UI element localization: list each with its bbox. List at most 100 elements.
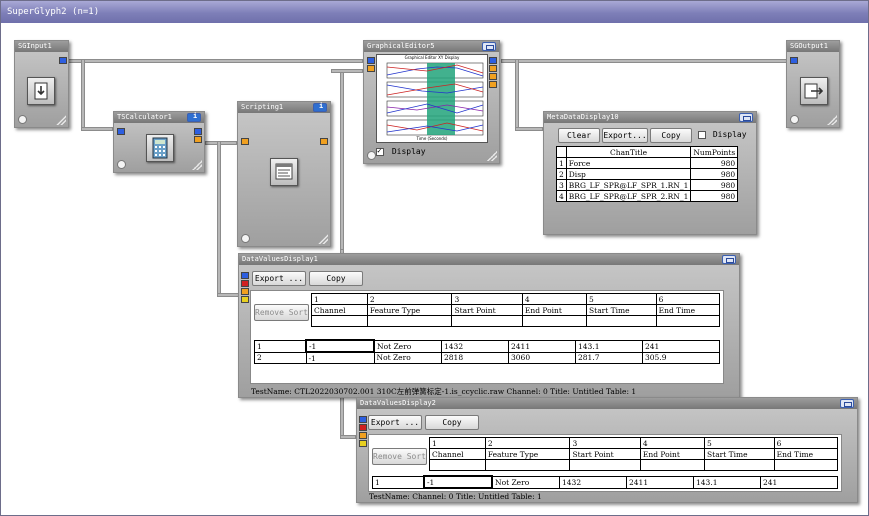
- clear-button[interactable]: Clear: [558, 128, 600, 143]
- chan-title-cell[interactable]: BRG_LF_SPR@LF_SPR_2.RN_1: [565, 190, 692, 202]
- output-pin[interactable]: [489, 57, 497, 64]
- end-point-cell[interactable]: 2411: [508, 339, 576, 353]
- start-time-cell[interactable]: 281.7: [575, 351, 643, 364]
- filter-row[interactable]: [429, 459, 839, 471]
- row-number[interactable]: 2: [254, 351, 307, 364]
- output-pin[interactable]: [59, 57, 67, 64]
- column-header[interactable]: Channel: [429, 448, 486, 460]
- display-checkbox[interactable]: [698, 130, 706, 139]
- filter-row[interactable]: [311, 315, 721, 327]
- start-point-cell[interactable]: 1432: [441, 339, 509, 353]
- glyph-sgoutput[interactable]: SGOutput1: [786, 40, 840, 128]
- num-points-cell[interactable]: 980: [690, 179, 739, 191]
- resize-grip[interactable]: [827, 115, 837, 125]
- glyph-datavalues-display-1[interactable]: DataValuesDisplay1 Export ... Copy Remov…: [238, 253, 740, 398]
- table-row[interactable]: 1 -1 Not Zero 1432 2411 143.1 241: [254, 339, 720, 353]
- resize-grip[interactable]: [487, 151, 497, 161]
- input-pin[interactable]: [241, 138, 249, 145]
- feature-type-cell[interactable]: Not Zero: [373, 339, 442, 353]
- remove-sort-button[interactable]: Remove Sort: [372, 448, 427, 465]
- start-point-cell[interactable]: 1432: [559, 475, 627, 489]
- column-number[interactable]: 6: [773, 437, 839, 449]
- column-header[interactable]: End Point: [639, 448, 706, 460]
- column-header[interactable]: Start Time: [704, 448, 775, 460]
- input-pin-3[interactable]: [241, 288, 249, 295]
- resize-grip[interactable]: [318, 234, 328, 244]
- row-number[interactable]: 1: [254, 339, 307, 353]
- window-toggle-icon[interactable]: [840, 399, 854, 408]
- data-values-rows[interactable]: 1 -1 Not Zero 1432 2411 143.1 241 2 -1 N…: [254, 339, 720, 364]
- column-header[interactable]: ChanTitle: [565, 146, 692, 158]
- end-time-cell[interactable]: 241: [642, 339, 720, 353]
- window-toggle-icon[interactable]: [482, 42, 496, 51]
- chan-title-cell[interactable]: BRG_LF_SPR@LF_SPR_1.RN_1: [565, 179, 692, 191]
- export-button[interactable]: Export ...: [368, 415, 422, 430]
- table-row[interactable]: 2 Disp 980: [556, 168, 739, 180]
- chan-title-cell[interactable]: Force: [565, 157, 692, 169]
- column-header[interactable]: Channel: [311, 304, 368, 316]
- data-values-rows[interactable]: 1 -1 Not Zero 1432 2411 143.1 241: [372, 475, 838, 489]
- input-pin[interactable]: [117, 128, 125, 135]
- copy-button[interactable]: Copy: [650, 128, 692, 143]
- table-row[interactable]: 2 -1 Not Zero 2818 3060 281.7 305.9: [254, 351, 720, 364]
- input-pin[interactable]: [367, 57, 375, 64]
- start-time-cell[interactable]: 143.1: [575, 339, 643, 353]
- export-button[interactable]: Export ...: [252, 271, 306, 286]
- table-row[interactable]: 1 -1 Not Zero 1432 2411 143.1 241: [372, 475, 838, 489]
- column-header[interactable]: End Time: [773, 448, 839, 460]
- feature-type-cell[interactable]: Not Zero: [373, 351, 442, 364]
- remove-sort-button[interactable]: Remove Sort: [254, 304, 309, 321]
- info-icon[interactable]: [187, 112, 201, 122]
- input-pin[interactable]: [359, 416, 367, 423]
- column-number[interactable]: 4: [521, 293, 588, 305]
- column-header[interactable]: End Point: [521, 304, 588, 316]
- table-row[interactable]: 1 Force 980: [556, 157, 739, 169]
- display-checkbox[interactable]: [376, 146, 384, 156]
- channel-cell[interactable]: -1: [423, 475, 493, 489]
- input-pin-2[interactable]: [367, 65, 375, 72]
- output-pin-2[interactable]: [194, 136, 202, 143]
- display-checkbox-row[interactable]: Display: [698, 130, 747, 140]
- column-header[interactable]: End Time: [655, 304, 721, 316]
- metadata-table[interactable]: ChanTitle NumPoints 1 Force 980 2 Disp 9…: [556, 146, 739, 202]
- table-row[interactable]: 4 BRG_LF_SPR@LF_SPR_2.RN_1 980: [556, 190, 739, 202]
- channel-cell[interactable]: -1: [305, 339, 375, 353]
- output-pin[interactable]: [320, 138, 328, 145]
- input-pin[interactable]: [241, 272, 249, 279]
- export-button[interactable]: Export...: [602, 128, 648, 143]
- column-number[interactable]: 4: [639, 437, 706, 449]
- table-row[interactable]: 3 BRG_LF_SPR@LF_SPR_1.RN_1 980: [556, 179, 739, 191]
- num-points-cell[interactable]: 980: [690, 190, 739, 202]
- end-time-cell[interactable]: 241: [760, 475, 838, 489]
- info-icon[interactable]: [313, 102, 327, 112]
- column-header[interactable]: Feature Type: [484, 448, 571, 460]
- input-pin[interactable]: [790, 57, 798, 64]
- plot-thumbnail[interactable]: Graphical Editor XY Display Time (Second…: [376, 54, 488, 143]
- column-header[interactable]: Start Time: [586, 304, 657, 316]
- data-values-table[interactable]: 1 2 3 4 5 6 Channel Feature Type Start P…: [429, 437, 839, 471]
- display-checkbox-row[interactable]: Display: [376, 146, 426, 157]
- resize-grip[interactable]: [56, 115, 66, 125]
- glyph-scripting[interactable]: Scripting1: [237, 101, 331, 247]
- data-values-table[interactable]: 1 2 3 4 5 6 Channel Feature Type Start P…: [311, 293, 721, 327]
- column-number[interactable]: 6: [655, 293, 721, 305]
- glyph-tscalculator[interactable]: TSCalculator1: [113, 111, 205, 173]
- column-number[interactable]: 2: [484, 437, 571, 449]
- output-pin-4[interactable]: [489, 81, 497, 88]
- column-number[interactable]: 3: [451, 293, 523, 305]
- input-pin-3[interactable]: [359, 432, 367, 439]
- glyph-metadata-display[interactable]: MetaDataDisplay10 Clear Export... Copy D…: [543, 111, 757, 235]
- input-pin-4[interactable]: [241, 296, 249, 303]
- input-pin-2[interactable]: [359, 424, 367, 431]
- window-toggle-icon[interactable]: [722, 255, 736, 264]
- row-number[interactable]: 1: [372, 475, 425, 489]
- channel-cell[interactable]: -1: [305, 351, 375, 364]
- num-points-cell[interactable]: 980: [690, 157, 739, 169]
- column-number[interactable]: 5: [704, 437, 775, 449]
- column-header[interactable]: Start Point: [451, 304, 523, 316]
- end-point-cell[interactable]: 2411: [626, 475, 694, 489]
- column-number[interactable]: 2: [366, 293, 453, 305]
- window-toggle-icon[interactable]: [739, 113, 753, 122]
- glyph-canvas[interactable]: SGInput1 TSCalculator1 Scripting1: [1, 23, 868, 515]
- glyph-sginput[interactable]: SGInput1: [14, 40, 69, 128]
